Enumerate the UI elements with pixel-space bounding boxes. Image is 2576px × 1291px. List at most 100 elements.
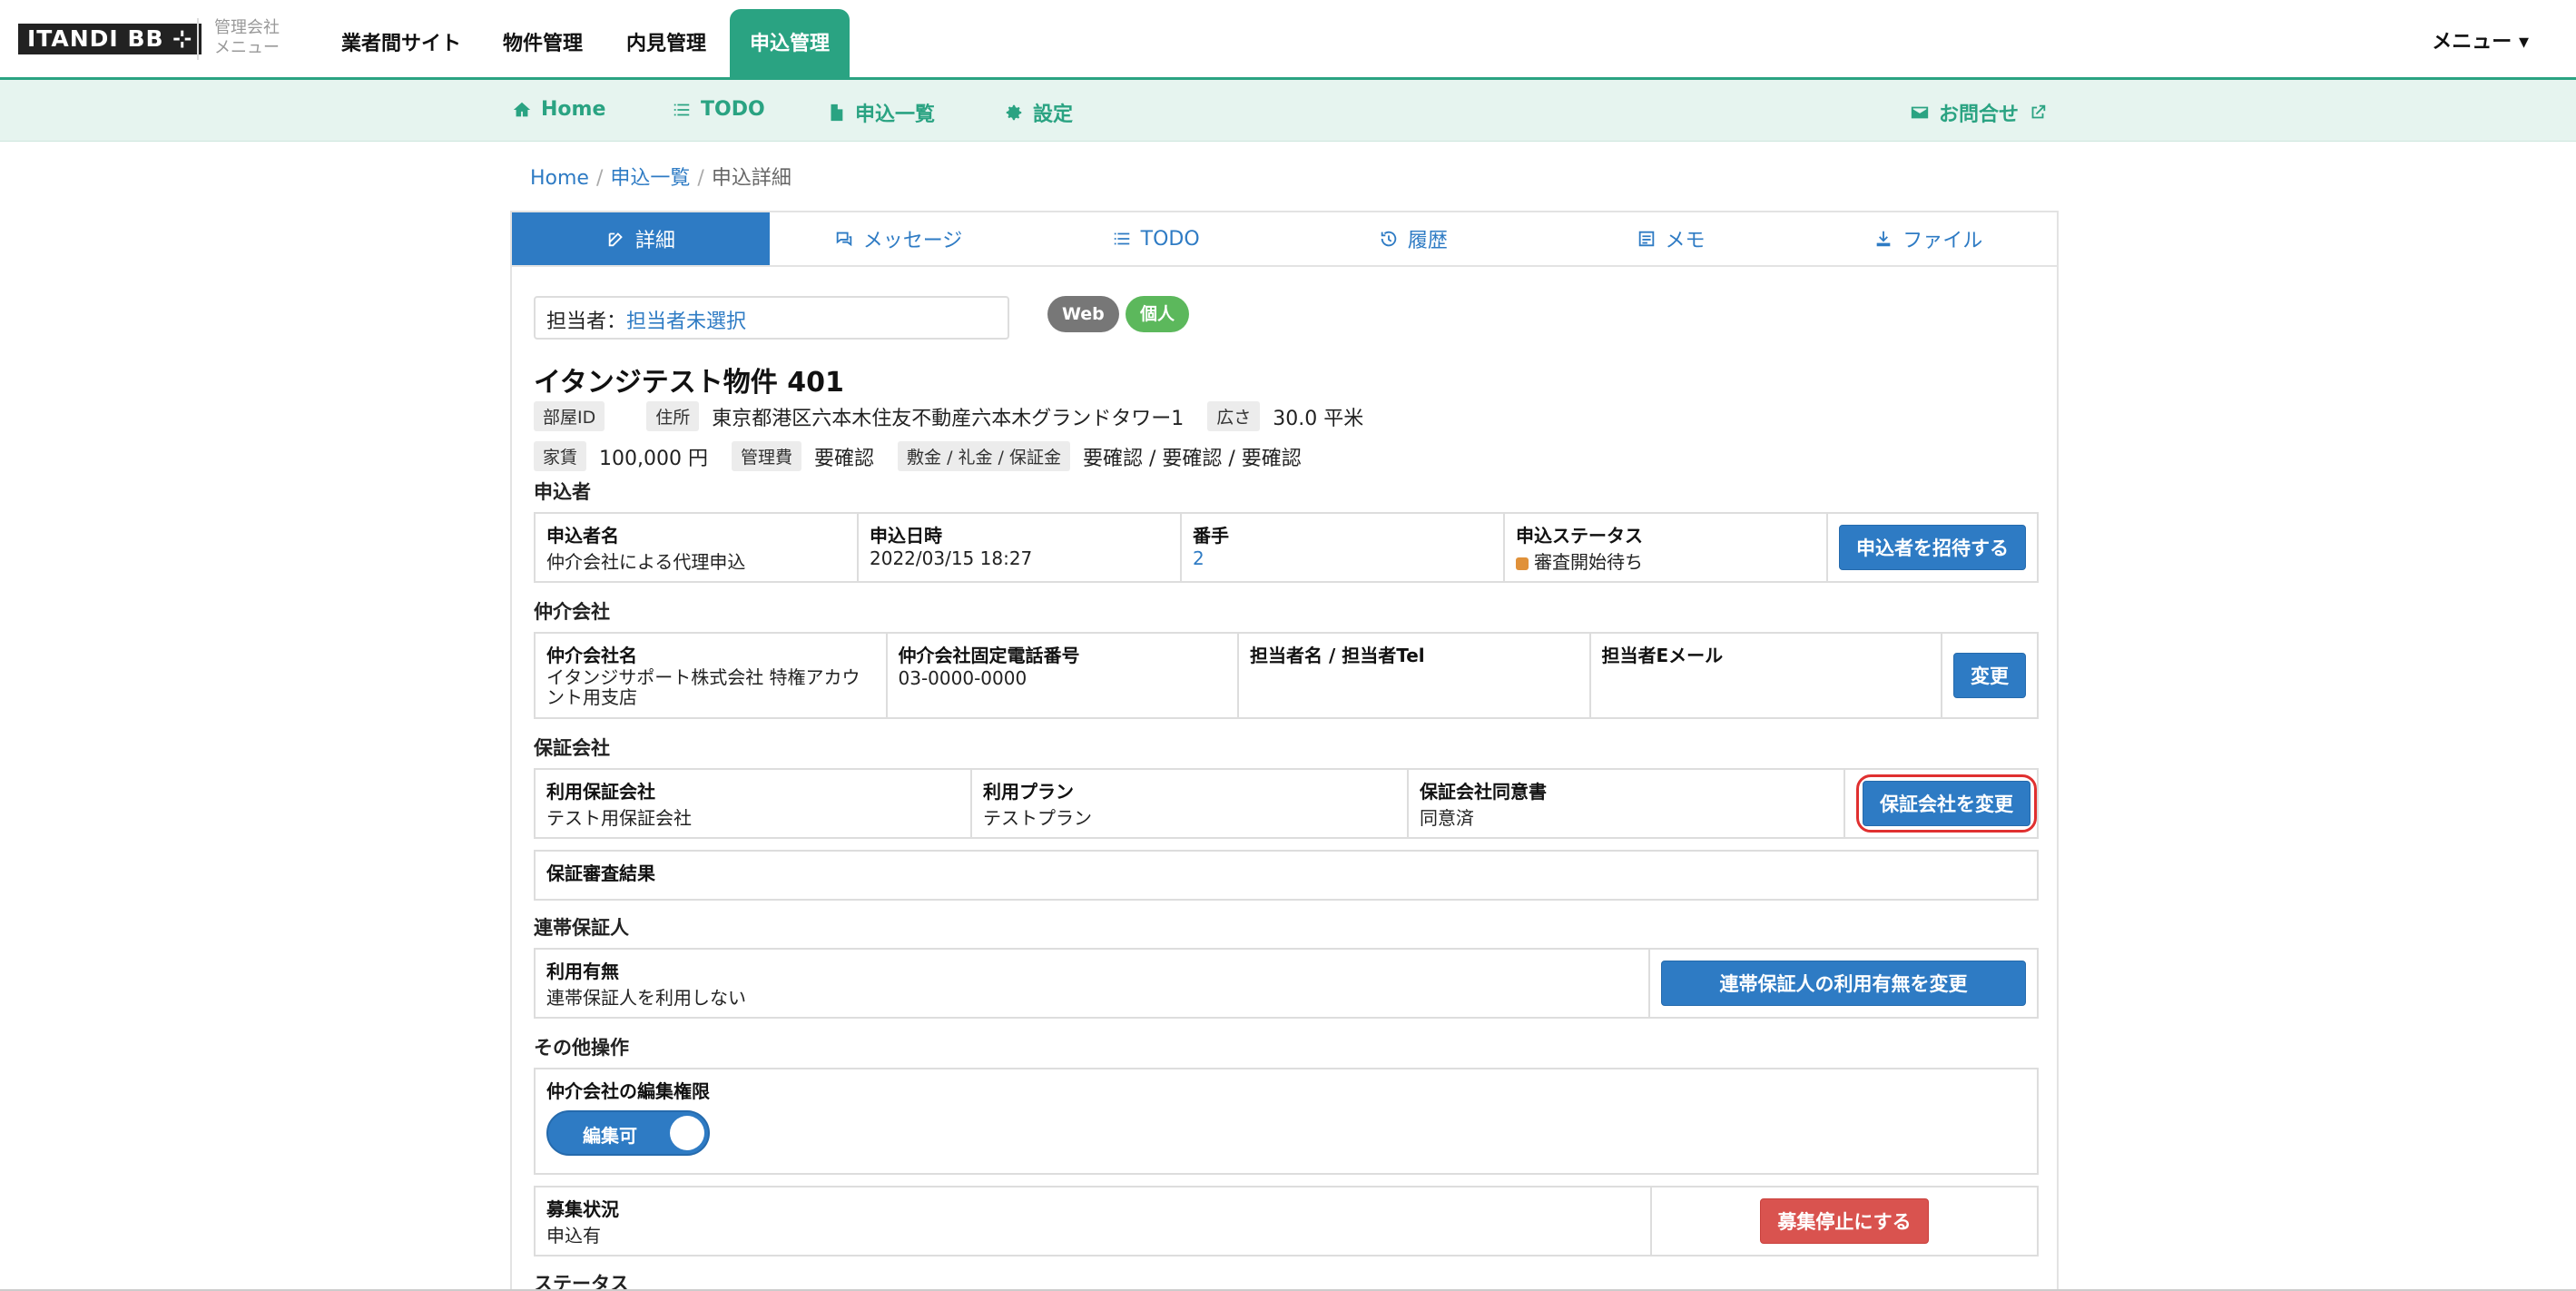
application-date-header: 申込日時 xyxy=(870,525,942,547)
tab-todo-label: TODO xyxy=(1140,227,1200,251)
gear-icon xyxy=(1006,104,1022,121)
highlight-ring: 保証会社を変更 xyxy=(1856,774,2037,833)
stop-recruitment-cell: 募集停止にする xyxy=(1652,1188,2037,1255)
guarantee-plan-cell: 利用プラン テストプラン xyxy=(972,770,1409,837)
tab-memo-label: メモ xyxy=(1665,230,1706,252)
assignee-value: 担当者未選択 xyxy=(626,310,747,333)
recruitment-status-value: 申込有 xyxy=(546,1225,601,1247)
change-guarantee-company-button[interactable]: 保証会社を変更 xyxy=(1863,781,2030,826)
broker-section-title: 仲介会社 xyxy=(534,601,610,623)
guarantee-consent-value: 同意済 xyxy=(1420,807,1474,829)
assignee-label: 担当者： xyxy=(546,310,627,333)
broker-table: 仲介会社名 イタンジサポート株式会社 特権アカウント用支店 仲介会社固定電話番号… xyxy=(534,632,2039,719)
address-tag: 住所 xyxy=(646,401,700,431)
recruitment-status-cell: 募集状況 申込有 xyxy=(536,1188,1652,1255)
change-broker-button[interactable]: 変更 xyxy=(1953,653,2026,698)
applicant-name-cell: 申込者名 仲介会社による代理申込 xyxy=(536,514,859,581)
broker-change-cell: 変更 xyxy=(1942,634,2037,717)
tab-message[interactable]: メッセージ xyxy=(770,212,1027,265)
application-status-cell: 申込ステータス 審査開始待ち xyxy=(1505,514,1828,581)
guarantee-section-title: 保証会社 xyxy=(534,737,610,759)
guarantee-result-table: 保証審査結果 xyxy=(534,850,2039,901)
subnav-todo[interactable]: TODO xyxy=(672,98,765,121)
topnav-viewing-management[interactable]: 内見管理 xyxy=(626,0,706,80)
edit-permission-cell: 仲介会社の編集権限 編集可 xyxy=(536,1069,2037,1173)
download-icon xyxy=(1876,231,1891,247)
guarantee-company-value: テスト用保証会社 xyxy=(546,807,692,829)
broker-staff-cell: 担当者名 / 担当者Tel xyxy=(1239,634,1591,717)
area-tag: 広さ xyxy=(1207,401,1261,431)
breadcrumb-current: 申込詳細 xyxy=(711,167,791,190)
property-info-row-2: 家賃 100,000 円 管理費 要確認 敷金 / 礼金 / 保証金 要確認 /… xyxy=(534,441,1313,471)
broker-tel-value: 03-0000-0000 xyxy=(898,667,1027,689)
broker-name-value: イタンジサポート株式会社 特権アカウント用支店 xyxy=(546,666,860,708)
envelope-icon xyxy=(1911,106,1929,119)
document-icon xyxy=(831,103,843,122)
status-section-title: ステータス xyxy=(534,1273,629,1291)
breadcrumb-application-list[interactable]: 申込一覧 xyxy=(610,167,690,190)
subnav-contact-label: お問合せ xyxy=(1939,103,2020,126)
logo[interactable]: ITANDI BB ⊹ xyxy=(18,24,202,54)
chat-icon xyxy=(836,232,851,247)
application-status-value: 審査開始待ち xyxy=(1534,551,1643,573)
detail-panel: 詳細 メッセージ TODO 履歴 メモ ファイル 担当者：担当者未選択 Web … xyxy=(510,211,2059,1291)
guarantee-result-header: 保証審査結果 xyxy=(546,862,655,884)
tab-message-label: メッセージ xyxy=(862,230,963,252)
brand-subtitle-line2: メニュー xyxy=(214,38,280,57)
guarantee-company-cell: 利用保証会社 テスト用保証会社 xyxy=(536,770,972,837)
tab-history[interactable]: 履歴 xyxy=(1284,212,1542,265)
guarantee-result-cell: 保証審査結果 xyxy=(536,852,2037,899)
toggle-knob xyxy=(670,1116,704,1150)
subnav-home[interactable]: Home xyxy=(512,98,605,121)
joint-guarantor-change-cell: 連帯保証人の利用有無を変更 xyxy=(1650,950,2037,1017)
priority-cell: 番手 2 xyxy=(1182,514,1505,581)
guarantee-plan-value: テストプラン xyxy=(983,807,1092,829)
change-joint-guarantor-button[interactable]: 連帯保証人の利用有無を変更 xyxy=(1661,961,2026,1006)
tab-memo[interactable]: メモ xyxy=(1542,212,1800,265)
stop-recruitment-button[interactable]: 募集停止にする xyxy=(1760,1198,1929,1244)
subnav-application-list[interactable]: 申込一覧 xyxy=(826,98,935,127)
subnav-todo-label: TODO xyxy=(701,98,765,121)
user-menu-dropdown[interactable]: メニュー ▾ xyxy=(2432,25,2529,54)
tab-todo[interactable]: TODO xyxy=(1027,212,1284,265)
invite-applicant-button[interactable]: 申込者を招待する xyxy=(1839,525,2026,570)
tab-detail[interactable]: 詳細 xyxy=(512,212,770,265)
guarantee-change-cell: 保証会社を変更 xyxy=(1845,770,2037,837)
applicant-name-value: 仲介会社による代理申込 xyxy=(546,551,746,573)
rent-value: 100,000 円 xyxy=(599,447,708,470)
guarantee-consent-header: 保証会社同意書 xyxy=(1420,781,1547,803)
topnav-dealer-site[interactable]: 業者間サイト xyxy=(341,0,461,80)
broker-tel-cell: 仲介会社固定電話番号 03-0000-0000 xyxy=(888,634,1239,717)
external-link-icon xyxy=(2031,104,2046,119)
logo-divider xyxy=(197,18,199,60)
breadcrumb-home[interactable]: Home xyxy=(530,167,589,190)
brand-subtitle-line1: 管理会社 xyxy=(214,18,280,37)
priority-value[interactable]: 2 xyxy=(1193,547,1492,569)
broker-tel-header: 仲介会社固定電話番号 xyxy=(898,645,1080,666)
assignee-selector[interactable]: 担当者：担当者未選択 xyxy=(534,296,1009,340)
guarantee-plan-header: 利用プラン xyxy=(983,781,1074,803)
broker-email-cell: 担当者Eメール xyxy=(1591,634,1942,717)
top-navbar: ITANDI BB ⊹ 管理会社 メニュー 業者間サイト 物件管理 内見管理 申… xyxy=(0,0,2576,80)
joint-guarantor-table: 利用有無 連帯保証人を利用しない 連帯保証人の利用有無を変更 xyxy=(534,948,2039,1019)
applicant-table: 申込者名 仲介会社による代理申込 申込日時 2022/03/15 18:27 番… xyxy=(534,512,2039,583)
memo-icon xyxy=(1638,231,1654,247)
edit-permission-toggle[interactable]: 編集可 xyxy=(546,1110,710,1156)
history-icon xyxy=(1381,231,1397,247)
edit-permission-table: 仲介会社の編集権限 編集可 xyxy=(534,1068,2039,1175)
subnav-settings[interactable]: 設定 xyxy=(1004,98,1073,127)
guarantee-consent-cell: 保証会社同意書 同意済 xyxy=(1409,770,1845,837)
web-badge: Web xyxy=(1047,296,1119,332)
broker-name-header: 仲介会社名 xyxy=(546,645,637,666)
topnav-application-management[interactable]: 申込管理 xyxy=(730,9,850,80)
broker-staff-header: 担当者名 / 担当者Tel xyxy=(1250,645,1425,666)
topnav-property-management[interactable]: 物件管理 xyxy=(503,0,583,80)
other-operations-section-title: その他操作 xyxy=(534,1037,629,1059)
tab-file[interactable]: ファイル xyxy=(1799,212,2057,265)
invite-cell: 申込者を招待する xyxy=(1828,514,2037,581)
management-fee-value: 要確認 xyxy=(814,447,875,470)
status-dot-icon xyxy=(1516,557,1529,570)
address-value: 東京都港区六本木住友不動産六本木グランドタワー1 xyxy=(712,407,1185,430)
tab-detail-label: 詳細 xyxy=(634,230,675,252)
subnav-contact[interactable]: お問合せ xyxy=(1910,98,2048,127)
